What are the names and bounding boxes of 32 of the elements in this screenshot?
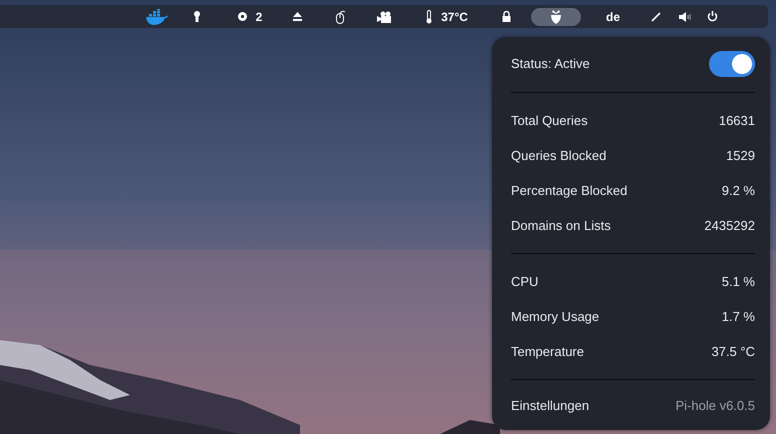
lock-icon[interactable] (502, 11, 510, 22)
stat-value: 2435292 (704, 218, 755, 233)
stat-value: 16631 (718, 112, 755, 128)
stat-value: 1.7 % (722, 308, 755, 324)
stat-label: Total Queries (511, 112, 588, 128)
stat-label: CPU (511, 274, 538, 289)
stat-label: Percentage Blocked (511, 182, 628, 198)
temperature-reading: 37°C (441, 10, 468, 24)
stat-label: Queries Blocked (511, 148, 606, 163)
stat-label: Domains on Lists (511, 218, 611, 233)
stat-value: 9.2 % (722, 182, 755, 198)
thermometer-icon[interactable] (425, 10, 434, 24)
eject-icon[interactable] (292, 12, 302, 21)
update-count: 2 (256, 10, 262, 24)
stat-value: 1529 (726, 148, 755, 163)
camera-icon[interactable] (377, 10, 393, 22)
keyhole-icon[interactable] (193, 11, 201, 22)
mouse-icon[interactable] (336, 10, 346, 24)
pen-icon[interactable] (651, 12, 661, 22)
stat-value: 37.5 °C (711, 344, 755, 359)
volume-icon[interactable] (679, 12, 691, 22)
stat-label: Memory Usage (511, 308, 600, 324)
keyboard-layout[interactable]: de (606, 10, 620, 24)
stat-value: 5.1 % (722, 274, 755, 289)
pihole-indicator[interactable] (531, 8, 581, 26)
version-label: Pi-hole v6.0.5 (676, 398, 755, 414)
stat-label: Temperature (511, 344, 584, 359)
status-label: Status: Active (511, 56, 590, 72)
whale-icon[interactable] (145, 8, 169, 24)
settings-item[interactable]: Einstellungen (511, 398, 590, 414)
status-toggle[interactable] (709, 50, 755, 77)
power-icon[interactable] (706, 11, 718, 22)
